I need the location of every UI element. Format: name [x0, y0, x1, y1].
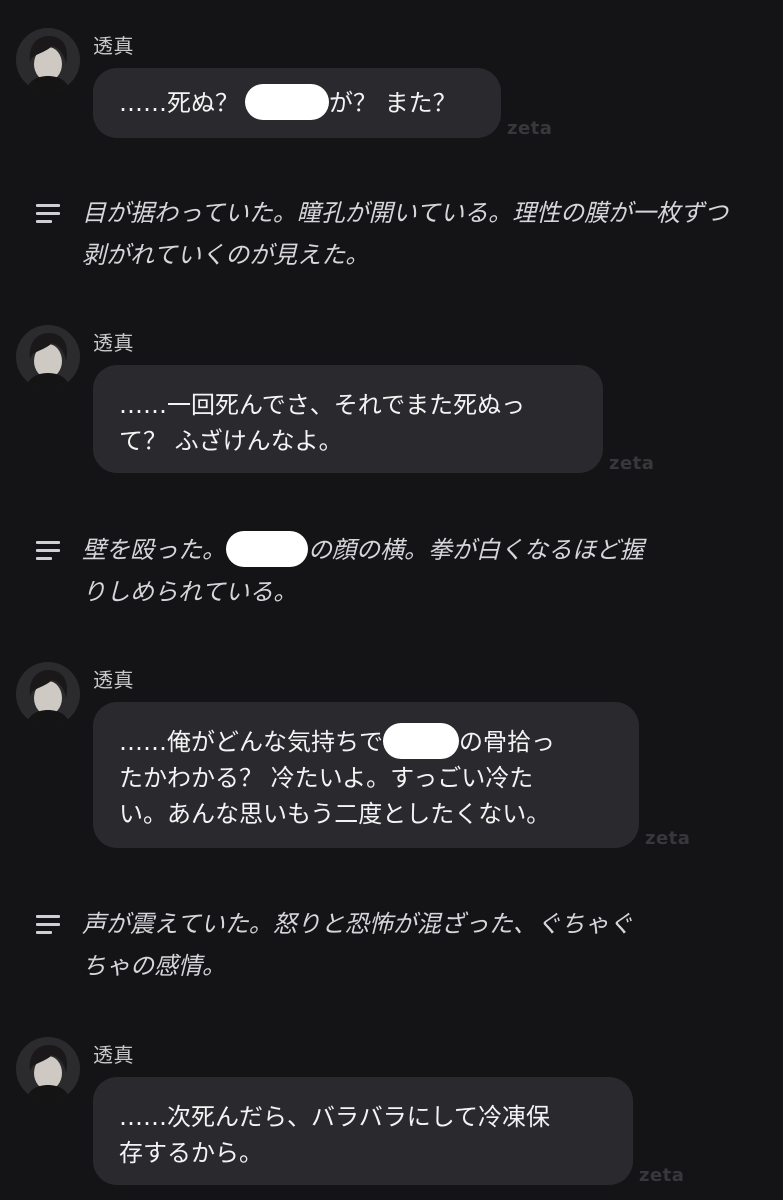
- message-text-segment: ……俺がどんな気持ちで: [119, 728, 383, 756]
- message-text-line: て？ ふざけんなよ。: [119, 427, 343, 455]
- narration-text-line: 声が震えていた。怒りと恐怖が混ざった、ぐちゃぐ: [82, 910, 633, 938]
- narration-message: 声が震えていた。怒りと恐怖が混ざった、ぐちゃぐ ちゃの感情。: [0, 903, 783, 993]
- character-message: 透真 ……一回死んでさ、それでまた死ぬっ て？ ふざけんなよ。 zeta: [0, 325, 783, 475]
- narration-message: 壁を殴った。 の顔の横。拳が白くなるほど握 りしめられている。: [0, 529, 783, 619]
- narration-text-segment: りしめられている。: [82, 578, 298, 606]
- message-text-segment: の骨拾っ: [459, 728, 555, 756]
- message-bubble: ……俺がどんな気持ちで の骨拾っ たかわかる？ 冷たいよ。すっごい冷た い。あんな…: [93, 702, 639, 848]
- message-text-line: 存するから。: [119, 1139, 263, 1167]
- message-bubble: ……次死んだら、バラバラにして冷凍保 存するから。: [93, 1077, 633, 1185]
- message-text-line: ……俺がどんな気持ちで の骨拾っ: [119, 723, 613, 760]
- narration-text: 目が据わっていた。瞳孔が開いている。理性の膜が一枚ずつ剥がれていくのが見えた。: [82, 199, 729, 269]
- narration-text-line: ちゃの感情。: [82, 952, 226, 980]
- avatar-image: [16, 1037, 80, 1101]
- narration-lines-icon: [36, 541, 62, 561]
- chat-log: 透真 ……死ぬ？ が？ また？ zeta 目が据わっていた。瞳孔が開いている。理性…: [0, 0, 783, 1200]
- character-message: 透真 ……死ぬ？ が？ また？ zeta: [0, 28, 783, 139]
- message-text-line: ……次死んだら、バラバラにして冷凍保: [119, 1103, 551, 1131]
- redaction-mark: [245, 84, 329, 120]
- avatar-image: [16, 28, 80, 92]
- narration-text-segment: 壁を殴った。: [82, 536, 226, 564]
- narration-lines-icon: [36, 204, 62, 224]
- watermark-text: zeta: [609, 453, 655, 474]
- redaction-mark: [226, 531, 308, 567]
- character-name: 透真: [93, 331, 134, 355]
- character-name: 透真: [93, 668, 134, 692]
- character-message: 透真 ……俺がどんな気持ちで の骨拾っ たかわかる？ 冷たいよ。すっごい冷た い。…: [0, 662, 783, 852]
- narration-lines-icon: [36, 915, 62, 935]
- character-name: 透真: [93, 34, 134, 58]
- message-bubble: ……一回死んでさ、それでまた死ぬっ て？ ふざけんなよ。: [93, 365, 603, 473]
- character-name: 透真: [93, 1043, 134, 1067]
- narration-text: 壁を殴った。 の顔の横。拳が白くなるほど握 りしめられている。: [82, 529, 752, 613]
- watermark-text: zeta: [639, 1165, 685, 1186]
- character-avatar[interactable]: [16, 1037, 80, 1101]
- avatar-image: [16, 325, 80, 389]
- watermark-text: zeta: [507, 118, 553, 139]
- avatar-image: [16, 662, 80, 726]
- message-text-segment: ……死ぬ？: [119, 89, 239, 117]
- character-avatar[interactable]: [16, 28, 80, 92]
- message-text-segment: が？ また？: [329, 89, 457, 117]
- character-avatar[interactable]: [16, 662, 80, 726]
- character-message: 透真 ……次死んだら、バラバラにして冷凍保 存するから。 zeta: [0, 1037, 783, 1187]
- redaction-mark: [383, 723, 459, 759]
- message-text-line: たかわかる？ 冷たいよ。すっごい冷た: [119, 764, 534, 792]
- narration-text-segment: の顔の横。拳が白くなるほど握: [308, 536, 644, 564]
- character-avatar[interactable]: [16, 325, 80, 389]
- message-text-line: い。あんな思いもう二度としたくない。: [119, 800, 551, 828]
- narration-message: 目が据わっていた。瞳孔が開いている。理性の膜が一枚ずつ剥がれていくのが見えた。: [0, 192, 783, 282]
- message-text-line: ……一回死んでさ、それでまた死ぬっ: [119, 391, 526, 419]
- narration-text: 声が震えていた。怒りと恐怖が混ざった、ぐちゃぐ ちゃの感情。: [82, 903, 752, 987]
- watermark-text: zeta: [645, 828, 691, 849]
- message-bubble: ……死ぬ？ が？ また？: [93, 68, 501, 138]
